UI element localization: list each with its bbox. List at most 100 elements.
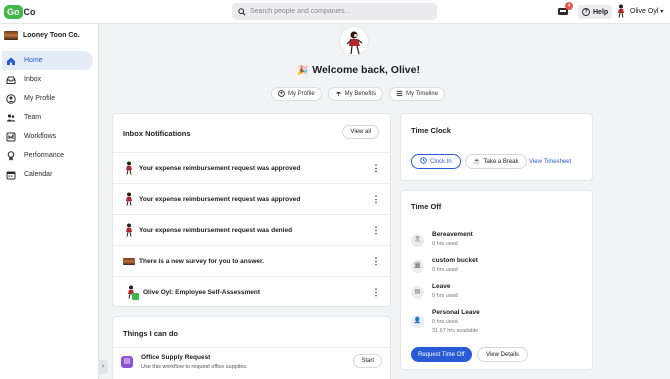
notification-item[interactable]: Olive Oyl: Employee Self-Assessment ⋮ — [113, 276, 392, 307]
olive-oyl-avatar-icon — [346, 31, 363, 55]
notification-text: Your expense reimbursement request was d… — [139, 226, 293, 234]
inbox-icon — [6, 75, 16, 85]
help-button[interactable]: ? Help — [578, 5, 613, 19]
inbox-notifications-card: Inbox Notifications View all Your expens… — [112, 113, 392, 307]
team-icon — [6, 113, 16, 123]
profile-icon — [278, 89, 285, 99]
sidebar-item-label: Workflows — [24, 133, 57, 140]
workflow-description: Use this workflow to request office supp… — [141, 364, 248, 370]
notification-text: Your expense reimbursement request was a… — [139, 195, 301, 203]
workflows-icon — [6, 132, 16, 142]
more-options-icon[interactable]: ⋮ — [371, 162, 381, 174]
more-options-icon[interactable]: ⋮ — [371, 286, 381, 298]
request-time-off-button[interactable]: Request Time Off — [411, 347, 472, 362]
time-off-used: 0 hrs used — [432, 267, 458, 273]
view-all-button[interactable]: View all — [342, 125, 379, 139]
time-off-used: 0 hrs used — [432, 293, 458, 299]
start-button[interactable]: Start — [353, 354, 382, 368]
clock-in-label: Clock In — [430, 158, 452, 165]
notification-item[interactable]: There is a new survey for you to answer.… — [113, 245, 392, 276]
time-off-name: Personal Leave — [432, 309, 480, 316]
user-avatar-icon — [123, 223, 135, 237]
calendar-icon — [6, 170, 16, 180]
take-a-break-button[interactable]: ☕ Take a Break — [465, 154, 527, 169]
umbrella-icon — [335, 90, 342, 99]
bank-icon: 🏛 — [411, 260, 424, 273]
sidebar-nav: Home Inbox My Profile Team Workflows Per… — [0, 51, 99, 184]
sidebar-item-performance[interactable]: Performance — [2, 146, 93, 165]
timeline-icon — [396, 90, 403, 99]
notification-text: There is a new survey for you to answer. — [139, 257, 264, 265]
company-logo-icon — [123, 254, 135, 268]
sidebar-item-label: Inbox — [24, 76, 42, 83]
logo-go: Go — [4, 4, 23, 19]
user-avatar-icon — [618, 4, 624, 18]
more-options-icon[interactable]: ⋮ — [371, 193, 381, 205]
more-options-icon[interactable]: ⋮ — [371, 224, 381, 236]
chevron-right-icon: › — [101, 363, 105, 370]
notification-item[interactable]: Your expense reimbursement request was a… — [113, 152, 392, 183]
user-menu[interactable]: Olive Oyl ▾ — [616, 4, 663, 18]
top-bar: Go Co 4 ? Help Olive Oyl ▾ — [0, 0, 670, 24]
company-logo — [4, 31, 18, 40]
card-title: Time Clock — [411, 126, 451, 135]
logo-co: Co — [23, 6, 36, 17]
sidebar-item-my-profile[interactable]: My Profile — [2, 89, 93, 108]
my-benefits-link[interactable]: My Benefits — [327, 87, 384, 101]
sidebar: Looney Toon Co. Home Inbox My Profile Te… — [0, 24, 99, 379]
welcome-text: Welcome back, Olive! — [312, 64, 420, 76]
pill-label: My Timeline — [406, 91, 439, 97]
more-options-icon[interactable]: ⋮ — [371, 255, 381, 267]
company-name: Looney Toon Co. — [23, 32, 80, 39]
clock-in-button[interactable]: Clock In — [411, 154, 461, 169]
search-bar[interactable] — [232, 3, 437, 20]
search-icon — [238, 7, 246, 16]
user-avatar-icon — [123, 285, 139, 300]
profile-icon — [6, 93, 16, 104]
sidebar-item-team[interactable]: Team — [2, 108, 93, 127]
time-off-name: Bereavement — [432, 231, 473, 238]
notification-badge: 4 — [565, 2, 573, 10]
ribbon-icon: 🎗 — [411, 234, 424, 247]
home-icon — [6, 56, 16, 66]
time-off-used: 0 hrs used — [432, 241, 458, 247]
question-icon: ? — [582, 8, 590, 16]
sidebar-collapse-button[interactable]: › — [98, 360, 108, 374]
welcome-heading: 🎉 Welcome back, Olive! — [297, 64, 420, 76]
user-avatar-large — [339, 26, 369, 56]
notification-item[interactable]: Your expense reimbursement request was a… — [113, 183, 392, 214]
sidebar-item-inbox[interactable]: Inbox — [2, 70, 93, 89]
person-icon: 👤 — [411, 315, 424, 328]
sidebar-item-label: Performance — [24, 152, 65, 159]
view-details-button[interactable]: View Details — [477, 347, 528, 362]
view-timesheet-link[interactable]: View Timesheet — [529, 159, 571, 165]
sidebar-item-label: My Profile — [24, 95, 56, 102]
card-title: Things I can do — [123, 329, 179, 338]
performance-icon — [6, 150, 16, 161]
take-break-label: Take a Break — [483, 158, 519, 165]
my-timeline-link[interactable]: My Timeline — [389, 87, 446, 101]
quick-links: My Profile My Benefits My Timeline — [271, 87, 446, 101]
clock-icon — [420, 157, 427, 166]
user-avatar-icon — [123, 161, 135, 175]
sidebar-item-label: Calendar — [24, 171, 53, 178]
pill-label: My Benefits — [344, 91, 377, 97]
sidebar-item-home[interactable]: Home — [2, 51, 93, 70]
sidebar-item-calendar[interactable]: Calendar — [2, 165, 93, 184]
chevron-down-icon: ▾ — [660, 8, 664, 15]
time-off-available: 31.67 hrs available — [432, 328, 479, 334]
company-switcher[interactable]: Looney Toon Co. — [4, 31, 80, 40]
document-icon: ▤ — [411, 286, 424, 299]
user-name: Olive Oyl — [630, 7, 659, 15]
my-profile-link[interactable]: My Profile — [271, 87, 322, 101]
goco-logo[interactable]: Go Co — [4, 4, 36, 19]
help-label: Help — [593, 8, 609, 16]
notification-item[interactable]: Your expense reimbursement request was d… — [113, 214, 392, 245]
search-input[interactable] — [250, 8, 430, 15]
party-popper-icon: 🎉 — [297, 64, 309, 75]
workflow-title: Office Supply Request — [141, 354, 211, 361]
user-avatar-icon — [123, 192, 135, 206]
notification-text: Olive Oyl: Employee Self-Assessment — [143, 288, 261, 296]
sidebar-item-workflows[interactable]: Workflows — [2, 127, 93, 146]
workflow-item[interactable]: ▤ Office Supply Request Use this workflo… — [113, 347, 392, 379]
